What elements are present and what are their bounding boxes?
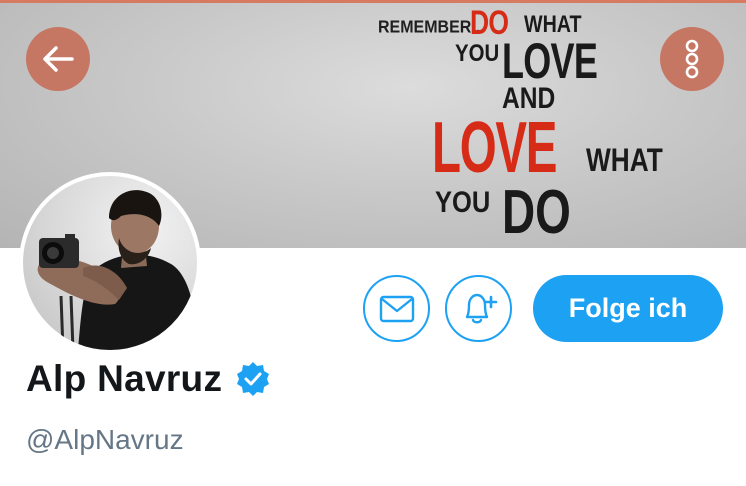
user-handle: @AlpNavruz [26,424,184,455]
verified-badge-icon [237,362,270,396]
back-button[interactable] [26,27,90,91]
avatar-photo [23,176,197,350]
banner-quote-remember: REMEMBER... [378,18,485,37]
banner-quote-love: LOVE [502,33,598,89]
banner-quote-do-second: DO [502,178,571,247]
banner-quote-what-second: WHAT [586,142,663,178]
notifications-button[interactable] [445,275,512,342]
profile-avatar[interactable] [19,172,201,354]
bell-plus-icon [465,293,497,323]
arrow-left-icon [43,46,74,72]
display-name: Alp Navruz [26,358,223,399]
message-button[interactable] [363,275,430,342]
more-options-button[interactable] [660,27,724,91]
following-button[interactable]: Folge ich [533,275,723,342]
banner-quote-you: YOU [455,40,500,67]
vertical-dots-icon [685,39,699,79]
envelope-icon [379,295,414,322]
banner-quote-love-red: LOVE [432,108,557,188]
profile-name-row: Alp Navruz [26,358,272,400]
status-strip [0,0,746,3]
banner-quote-you-second: YOU [435,186,491,219]
avatar-photo-illustration [37,190,197,350]
